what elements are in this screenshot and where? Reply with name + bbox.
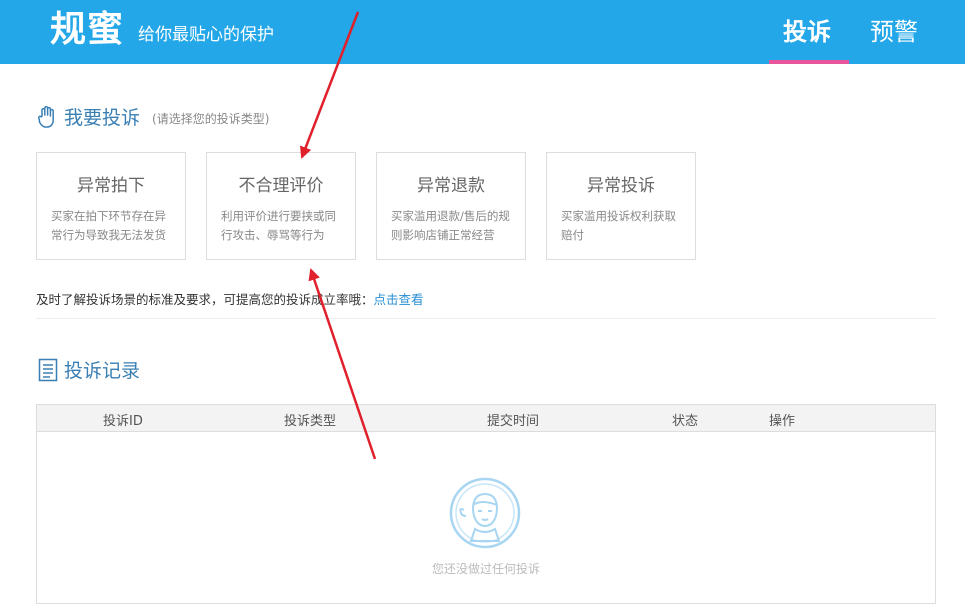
view-standards-link[interactable]: 点击查看	[374, 292, 424, 307]
document-icon	[38, 358, 58, 381]
card-abnormal-order[interactable]: 异常拍下 买家在拍下环节存在异常行为导致我无法发货	[36, 152, 186, 260]
records-table: 投诉ID 投诉类型 提交时间 状态 操作 您还没做过任何投诉	[36, 404, 936, 604]
column-header-action: 操作	[769, 414, 796, 429]
card-abnormal-complaint[interactable]: 异常投诉 买家滥用投诉权利获取赔付	[546, 152, 696, 260]
card-title: 异常退款	[417, 176, 485, 196]
card-abnormal-refund[interactable]: 异常退款 买家滥用退款/售后的规则影响店铺正常经营	[376, 152, 526, 260]
records-section-header: 投诉记录	[38, 356, 140, 383]
section-divider	[36, 318, 936, 319]
card-title: 异常拍下	[77, 176, 145, 196]
card-unreasonable-review[interactable]: 不合理评价 利用评价进行要挟或同行攻击、辱骂等行为	[206, 152, 356, 260]
empty-state-text: 您还没做过任何投诉	[431, 562, 540, 576]
column-header-time: 提交时间	[487, 414, 540, 429]
app-slogan: 给你最贴心的保护	[138, 25, 274, 45]
column-header-id: 投诉ID	[103, 414, 143, 429]
card-desc: 利用评价进行要挟或同行攻击、辱骂等行为	[221, 209, 336, 242]
tab-warning[interactable]: 预警	[870, 12, 918, 47]
complaint-tip: 及时了解投诉场景的标准及要求，可提高您的投诉成立率哦：点击查看	[36, 289, 424, 308]
hand-icon	[38, 105, 54, 128]
tip-text: 及时了解投诉场景的标准及要求，可提高您的投诉成立率哦：	[36, 292, 374, 307]
card-desc: 买家在拍下环节存在异常行为导致我无法发货	[51, 209, 166, 242]
records-section-title: 投诉记录	[64, 360, 141, 382]
complaint-section-hint: (请选择您的投诉类型)	[152, 111, 270, 126]
complaint-section-title: 我要投诉	[64, 107, 141, 129]
card-title: 不合理评价	[238, 176, 324, 196]
empty-face-icon	[449, 477, 521, 549]
table-header: 投诉ID 投诉类型 提交时间 状态 操作	[37, 405, 935, 432]
card-desc: 买家滥用投诉权利获取赔付	[561, 209, 676, 242]
app-logo[interactable]: 规蜜	[50, 0, 124, 52]
card-desc: 买家滥用退款/售后的规则影响店铺正常经营	[391, 209, 510, 242]
column-header-type: 投诉类型	[284, 414, 337, 429]
column-header-status: 状态	[672, 414, 699, 429]
top-header: 规蜜 给你最贴心的保护 投诉 预警	[0, 0, 965, 64]
active-tab-indicator	[769, 60, 849, 64]
card-title: 异常投诉	[587, 176, 655, 196]
tab-complaint[interactable]: 投诉	[783, 12, 831, 47]
complaint-section-header: 我要投诉 (请选择您的投诉类型)	[38, 103, 269, 130]
